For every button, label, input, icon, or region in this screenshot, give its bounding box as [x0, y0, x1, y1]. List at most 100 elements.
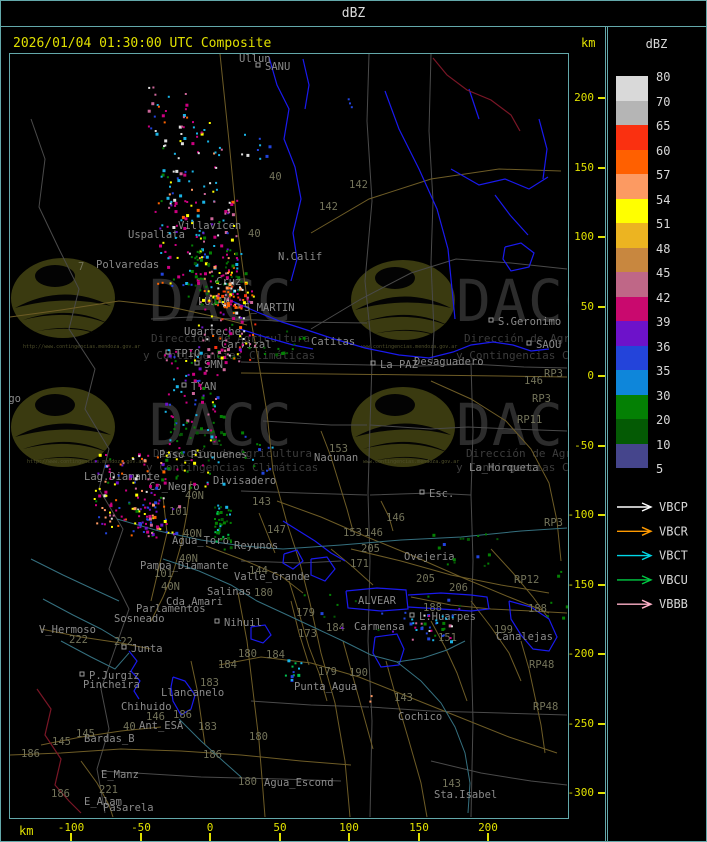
echo-pixel: [143, 498, 146, 501]
echo-pixel: [162, 497, 165, 500]
echo-pixel: [189, 437, 192, 439]
echo-pixel: [207, 413, 210, 416]
dbz-scale-label: 57: [656, 168, 671, 182]
echo-pixel: [215, 301, 219, 305]
echo-pixel: [200, 387, 203, 390]
echo-pixel: [225, 328, 228, 331]
echo-pixel: [191, 219, 194, 222]
echo-pixel: [172, 226, 176, 229]
echo-pixel: [248, 347, 251, 350]
echo-pixel: [222, 301, 224, 304]
echo-pixel: [217, 293, 220, 296]
echo-pixel: [476, 555, 480, 559]
echo-pixel: [195, 431, 199, 435]
echo-pixel: [287, 659, 291, 663]
dbz-scale-label: 30: [656, 388, 671, 403]
echo-pixel: [182, 451, 185, 454]
echo-pixel: [239, 298, 242, 301]
echo-pixel: [195, 201, 197, 204]
echo-pixel: [170, 200, 173, 203]
echo-pixel: [142, 504, 145, 507]
road-label: RP3: [544, 368, 563, 380]
echo-pixel: [143, 513, 146, 515]
echo-pixel: [220, 518, 224, 521]
echo-pixel: [173, 378, 175, 381]
road-label: 143: [394, 692, 413, 704]
echo-pixel: [290, 675, 294, 679]
road-label: 179: [296, 607, 315, 619]
echo-pixel: [229, 521, 232, 524]
road-label: 40: [123, 721, 136, 733]
echo-pixel: [190, 283, 193, 286]
echo-pixel: [103, 523, 106, 526]
echo-pixel: [163, 481, 167, 485]
echo-pixel: [275, 353, 279, 357]
echo-pixel: [449, 637, 452, 639]
echo-pixel: [201, 326, 204, 329]
echo-pixel: [162, 147, 165, 150]
echo-pixel: [218, 507, 221, 510]
echo-pixel: [220, 506, 222, 509]
dbz-scale-label: 65: [656, 119, 671, 133]
echo-pixel: [231, 213, 235, 217]
echo-pixel: [229, 539, 232, 542]
echo-pixel: [152, 86, 155, 89]
echo-pixel: [199, 273, 202, 276]
echo-pixel: [175, 385, 179, 389]
dbz-swatch: [616, 247, 648, 272]
echo-pixel: [237, 276, 241, 280]
echo-pixel: [214, 151, 217, 154]
echo-pixel: [205, 285, 208, 288]
echo-pixel: [186, 201, 189, 203]
echo-pixel: [195, 236, 198, 238]
echo-pixel: [115, 509, 118, 512]
vector-legend-item: VBCP: [617, 500, 688, 514]
echo-pixel: [98, 453, 102, 457]
echo-pixel: [198, 346, 201, 349]
road-label: 40: [269, 171, 282, 183]
echo-pixel: [148, 86, 151, 89]
echo-pixel: [194, 275, 198, 279]
echo-pixel: [244, 456, 247, 459]
echo-pixel: [109, 514, 112, 517]
echo-pixel: [168, 232, 171, 235]
road-label: 180: [238, 648, 257, 660]
echo-pixel: [180, 142, 184, 146]
echo-pixel: [198, 234, 201, 237]
map-viewport[interactable]: DACC Dirección de Agricultura y Contingenc…: [9, 53, 569, 819]
echo-pixel: [226, 253, 228, 256]
echo-pixel: [562, 616, 566, 620]
dbz-swatch: [616, 321, 648, 346]
echo-pixel: [227, 291, 230, 294]
echo-pixel: [403, 617, 406, 620]
echo-pixel: [182, 284, 185, 287]
echo-pixel: [210, 324, 213, 327]
echo-pixel: [191, 244, 194, 247]
window-title: dBZ: [341, 6, 366, 21]
vector-legend-item: VBCU: [617, 573, 688, 587]
echo-pixel: [184, 170, 187, 173]
echo-pixel: [174, 419, 178, 423]
road-label: 153: [329, 443, 348, 455]
echo-pixel: [225, 276, 229, 280]
echo-pixel: [203, 445, 206, 448]
echo-pixel: [238, 360, 241, 363]
road-label: 183: [200, 677, 219, 689]
echo-pixel: [210, 431, 213, 434]
echo-pixel: [176, 256, 179, 259]
echo-pixel: [136, 475, 139, 478]
echo-pixel: [435, 619, 438, 622]
echo-pixel: [167, 393, 170, 396]
echo-pixel: [218, 154, 221, 157]
echo-pixel: [98, 487, 101, 490]
echo-pixel: [238, 306, 241, 309]
echo-pixel: [190, 361, 193, 364]
echo-pixel: [192, 372, 196, 376]
echo-pixel: [160, 462, 163, 464]
y-axis-unit: km: [581, 36, 596, 50]
echo-pixel: [208, 299, 211, 302]
echo-pixel: [178, 447, 181, 450]
echo-pixel: [137, 496, 139, 499]
echo-pixel: [258, 448, 262, 452]
echo-pixel: [190, 420, 193, 423]
